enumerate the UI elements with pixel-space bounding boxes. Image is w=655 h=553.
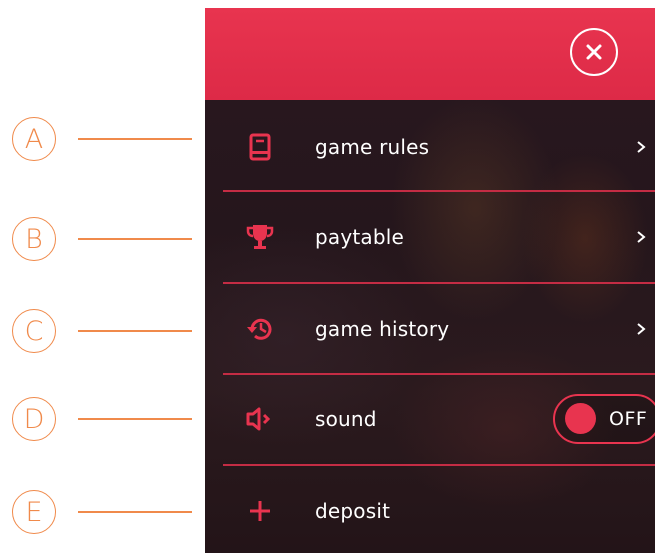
callout-a-letter: A	[12, 117, 56, 161]
callout-d: D	[12, 397, 192, 441]
menu-item-game-rules[interactable]: game rules	[223, 102, 655, 192]
trophy-icon	[245, 222, 275, 252]
callout-a: A	[12, 117, 192, 161]
panel-header	[205, 8, 655, 100]
callout-c-line	[78, 330, 192, 332]
menu-item-label: deposit	[315, 499, 391, 523]
menu-item-paytable[interactable]: paytable	[223, 192, 655, 282]
callout-e: E	[12, 490, 192, 534]
book-icon	[245, 132, 275, 162]
callout-b-letter: B	[12, 217, 56, 261]
callout-c-letter: C	[12, 309, 56, 353]
chevron-right-icon	[637, 141, 646, 153]
menu-item-game-history[interactable]: game history	[223, 284, 655, 374]
menu-item-label: game rules	[315, 135, 430, 159]
sound-toggle[interactable]: OFF	[553, 394, 655, 444]
menu-item-label: sound	[315, 407, 377, 431]
callout-b: B	[12, 217, 192, 261]
callout-b-line	[78, 238, 192, 240]
history-clock-icon	[245, 314, 275, 344]
callout-d-letter: D	[12, 397, 56, 441]
callout-e-line	[78, 511, 192, 513]
menu-item-label: game history	[315, 317, 450, 341]
toggle-state-label: OFF	[609, 408, 648, 430]
chevron-right-icon	[637, 323, 646, 335]
speaker-icon	[245, 404, 275, 434]
callout-d-line	[78, 418, 192, 420]
close-button[interactable]	[570, 28, 618, 76]
menu-item-sound: sound OFF	[223, 374, 655, 464]
chevron-right-icon	[637, 231, 646, 243]
menu-item-deposit[interactable]: deposit	[223, 466, 655, 553]
callout-c: C	[12, 309, 192, 353]
callout-e-letter: E	[12, 490, 56, 534]
menu-item-label: paytable	[315, 225, 405, 249]
plus-icon	[245, 496, 275, 526]
close-icon	[586, 44, 602, 60]
toggle-knob	[565, 403, 596, 434]
callout-a-line	[78, 138, 192, 140]
menu-panel: game rules paytable game history sound O…	[205, 8, 655, 553]
